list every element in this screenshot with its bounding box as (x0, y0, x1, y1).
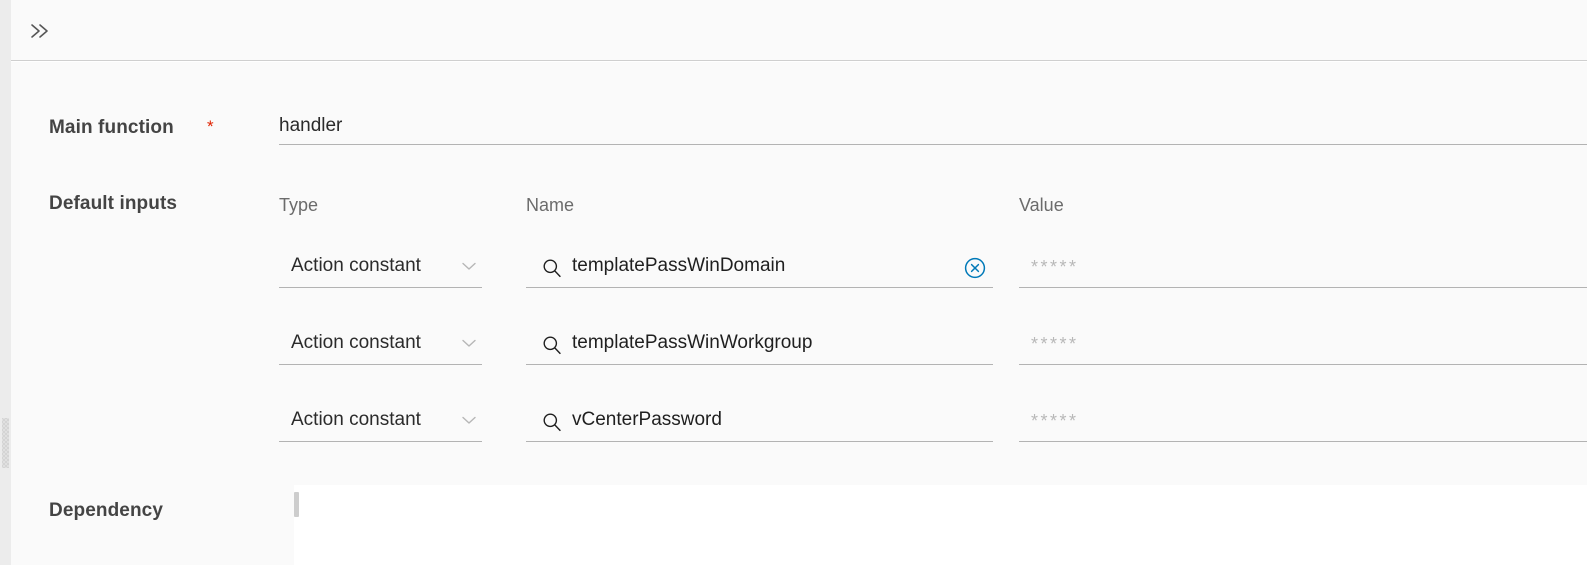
main-function-input[interactable] (279, 114, 1587, 145)
name-field-value: templatePassWinDomain (572, 255, 786, 276)
default-input-row: Action constant vCenterPassword ***** (11, 408, 1587, 463)
default-input-row: Action constant templatePassWinWorkgroup… (11, 331, 1587, 386)
value-field-placeholder: ***** (1031, 257, 1079, 277)
name-field-value: templatePassWinWorkgroup (572, 332, 813, 353)
value-field[interactable]: ***** (1019, 254, 1587, 288)
name-field-value: vCenterPassword (572, 409, 722, 430)
search-icon (542, 335, 562, 355)
type-select[interactable]: Action constant (279, 408, 482, 442)
panel-body: Main function * Default inputs Type Name… (11, 62, 1587, 565)
value-field-placeholder: ***** (1031, 334, 1079, 354)
default-input-row: Action constant templatePassWinDomain **… (11, 254, 1587, 309)
panel-splitter[interactable] (0, 0, 11, 565)
double-chevron-right-icon[interactable] (21, 14, 57, 48)
search-icon (542, 412, 562, 432)
main-function-required-marker: * (207, 117, 214, 136)
type-select[interactable]: Action constant (279, 331, 482, 365)
chevron-down-icon (462, 416, 476, 425)
name-field[interactable]: templatePassWinDomain (526, 254, 993, 288)
action-editor-panel: Main function * Default inputs Type Name… (0, 0, 1587, 565)
column-header-value: Value (1019, 195, 1064, 215)
column-header-name: Name (526, 195, 575, 215)
value-field-placeholder: ***** (1031, 411, 1079, 431)
chevron-down-icon (462, 262, 476, 271)
main-function-label: Main function (49, 117, 174, 138)
value-field[interactable]: ***** (1019, 331, 1587, 365)
default-inputs-label: Default inputs (49, 193, 178, 214)
type-select-value: Action constant (291, 255, 421, 276)
editor-scrollbar-thumb[interactable] (294, 492, 299, 517)
type-select-value: Action constant (291, 409, 421, 430)
name-field[interactable]: templatePassWinWorkgroup (526, 331, 993, 365)
splitter-grip-icon[interactable] (2, 418, 9, 468)
clear-icon[interactable] (963, 256, 987, 280)
type-select-value: Action constant (291, 332, 421, 353)
type-select[interactable]: Action constant (279, 254, 482, 288)
search-icon (542, 258, 562, 278)
name-field[interactable]: vCenterPassword (526, 408, 993, 442)
dependency-label: Dependency (49, 500, 163, 521)
value-field[interactable]: ***** (1019, 408, 1587, 442)
dependency-code-editor[interactable] (294, 485, 1587, 565)
column-header-type: Type (279, 195, 319, 215)
chevron-down-icon (462, 339, 476, 348)
panel-header (11, 0, 1587, 61)
